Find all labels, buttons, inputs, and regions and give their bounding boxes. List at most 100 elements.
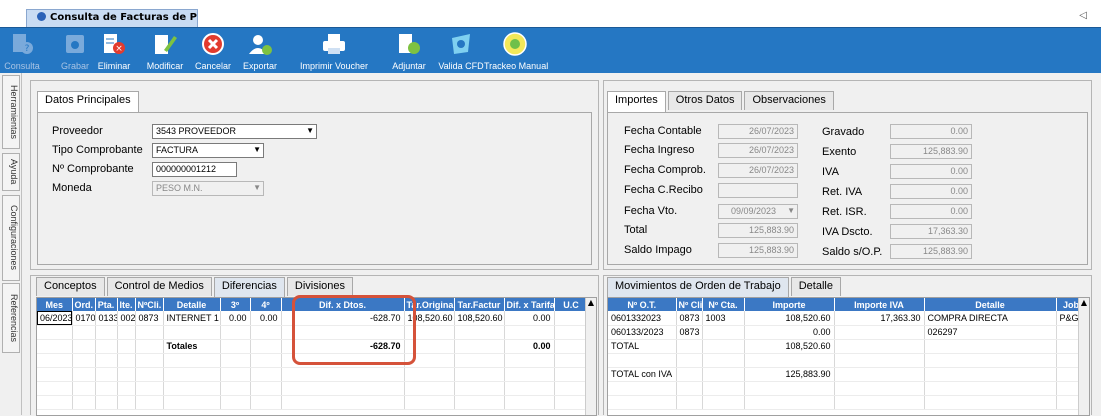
vertical-scrollbar[interactable]: ▲ <box>585 298 596 415</box>
side-tab-ayuda[interactable]: Ayuda <box>2 153 20 191</box>
fecha-vto-label: Fecha Vto. <box>624 205 678 217</box>
iva-dscto-label: IVA Dscto. <box>822 226 873 238</box>
column-header[interactable]: U.C <box>554 298 589 311</box>
movimientos-grid[interactable]: Nº O.T.Nº Cli.Nº Cta.ImporteImporte IVAD… <box>607 297 1090 416</box>
table-row[interactable]: TOTAL 108,520.60 <box>608 339 1089 354</box>
comprobante-input[interactable]: 000000001212 <box>152 162 237 177</box>
column-header[interactable]: 4º <box>250 298 282 311</box>
fecha-recibo-field <box>718 183 798 198</box>
tab-movimientos[interactable]: Movimientos de Orden de Trabajo <box>607 277 789 298</box>
column-header[interactable]: Tar.Factur <box>454 298 505 311</box>
trackeo-manual-button[interactable]: Trackeo Manual <box>484 28 548 74</box>
grabar-button[interactable]: Grabar <box>56 28 94 74</box>
column-header[interactable]: Detalle <box>924 298 1057 311</box>
side-tab-referencias[interactable]: Referencias <box>2 283 20 353</box>
table-row[interactable]: 0601332023 0873 1003 108,520.60 17,363.30 COM… <box>608 311 1089 326</box>
consulta-button[interactable]: ? Consulta <box>2 28 42 74</box>
table-row[interactable] <box>37 367 589 382</box>
table-cell <box>281 395 405 410</box>
toolbar-label: Modificar <box>146 61 184 71</box>
table-cell <box>135 353 164 368</box>
column-header[interactable]: Dif. x Tarifa <box>504 298 555 311</box>
printer-icon <box>321 32 347 57</box>
column-header[interactable]: Detalle <box>163 298 221 311</box>
table-row[interactable]: 060133/2023 0873 0.00 026297 <box>608 325 1089 340</box>
table-cell <box>554 325 589 340</box>
tab-observaciones[interactable]: Observaciones <box>744 91 834 110</box>
tab-divisiones[interactable]: Divisiones <box>286 277 354 296</box>
side-dock: Herramientas Ayuda Configuraciones Refer… <box>0 73 22 415</box>
scroll-up-icon[interactable]: ▲ <box>1079 298 1089 308</box>
table-cell <box>504 353 555 368</box>
table-row[interactable]: TOTAL con IVA 125,883.90 <box>608 367 1089 382</box>
table-row[interactable] <box>37 395 589 410</box>
tab-importes[interactable]: Importes <box>607 91 666 112</box>
tab-conceptos[interactable]: Conceptos <box>36 277 105 296</box>
imprimir-voucher-button[interactable]: Imprimir Voucher <box>288 28 380 74</box>
column-header[interactable]: Nº Cta. <box>702 298 745 311</box>
scroll-up-icon[interactable]: ▲ <box>586 298 596 308</box>
table-row[interactable] <box>608 353 1089 368</box>
column-header[interactable]: Ite. <box>117 298 136 311</box>
tab-scroll-left-icon[interactable]: ◁ <box>1079 10 1087 21</box>
toolbar-label: Adjuntar <box>392 61 426 71</box>
table-cell <box>117 353 136 368</box>
fecha-comprob-label: Fecha Comprob. <box>624 164 706 176</box>
table-row[interactable] <box>37 381 589 396</box>
side-tab-herramientas[interactable]: Herramientas <box>2 75 20 149</box>
saldo-op-field: 125,883.90 <box>890 244 972 259</box>
column-header[interactable]: Importe <box>744 298 835 311</box>
table-cell <box>834 325 925 340</box>
column-header[interactable]: NºCli. <box>135 298 164 311</box>
table-cell: 108,520.60 <box>744 311 835 326</box>
datos-principales-box: Proveedor 3543 PROVEEDOR ▼ Tipo Comproban… <box>37 112 592 265</box>
table-cell <box>220 367 251 382</box>
table-cell <box>504 381 555 396</box>
vertical-scrollbar[interactable]: ▲ <box>1078 298 1089 415</box>
exportar-button[interactable]: Exportar <box>234 28 286 74</box>
column-header[interactable]: 3º <box>220 298 251 311</box>
moneda-value: PESO M.N. <box>156 183 203 193</box>
table-cell <box>163 353 221 368</box>
table-cell <box>554 353 589 368</box>
chevron-down-icon: ▼ <box>253 183 261 192</box>
table-cell <box>135 339 164 354</box>
table-cell <box>554 311 589 326</box>
proveedor-select[interactable]: 3543 PROVEEDOR ▼ <box>152 124 317 139</box>
column-header[interactable]: Pta. <box>95 298 118 311</box>
adjuntar-button[interactable]: Adjuntar <box>382 28 436 74</box>
table-cell <box>404 367 455 382</box>
table-cell: 17,363.30 <box>834 311 925 326</box>
table-cell <box>135 395 164 410</box>
table-cell <box>924 395 1057 410</box>
column-header[interactable]: Mes <box>37 298 73 311</box>
fecha-recibo-label: Fecha C.Recibo <box>624 184 703 196</box>
eliminar-button[interactable]: × Eliminar <box>93 28 135 74</box>
tab-diferencias[interactable]: Diferencias <box>213 277 285 298</box>
tab-datos-principales[interactable]: Datos Principales <box>37 91 139 112</box>
gravado-label: Gravado <box>822 126 865 138</box>
document-tab[interactable]: Consulta de Facturas de Proveed... <box>26 9 198 27</box>
cancelar-button[interactable]: Cancelar <box>190 28 236 74</box>
table-row[interactable] <box>608 381 1089 396</box>
table-cell: 125,883.90 <box>744 367 835 382</box>
valida-cfd-button[interactable]: Valida CFD <box>436 28 486 74</box>
tab-control-medios[interactable]: Control de Medios <box>106 277 212 296</box>
table-cell: TOTAL con IVA <box>608 367 677 382</box>
tipo-comprobante-select[interactable]: FACTURA ▼ <box>152 143 264 158</box>
side-tab-configuraciones[interactable]: Configuraciones <box>2 195 20 281</box>
column-header[interactable]: Importe IVA <box>834 298 925 311</box>
tab-detalle[interactable]: Detalle <box>790 277 841 296</box>
table-cell <box>72 381 96 396</box>
table-cell <box>37 395 73 410</box>
modificar-button[interactable]: Modificar <box>140 28 190 74</box>
column-header[interactable]: Ord. <box>72 298 96 311</box>
column-header[interactable]: Nº O.T. <box>608 298 677 311</box>
table-row[interactable] <box>608 395 1089 410</box>
column-header[interactable]: Nº Cli. <box>676 298 703 311</box>
tab-otros-datos[interactable]: Otros Datos <box>667 91 743 110</box>
table-cell <box>504 367 555 382</box>
table-cell: 0873 <box>676 325 703 340</box>
table-cell <box>95 353 118 368</box>
gravado-field: 0.00 <box>890 124 972 139</box>
